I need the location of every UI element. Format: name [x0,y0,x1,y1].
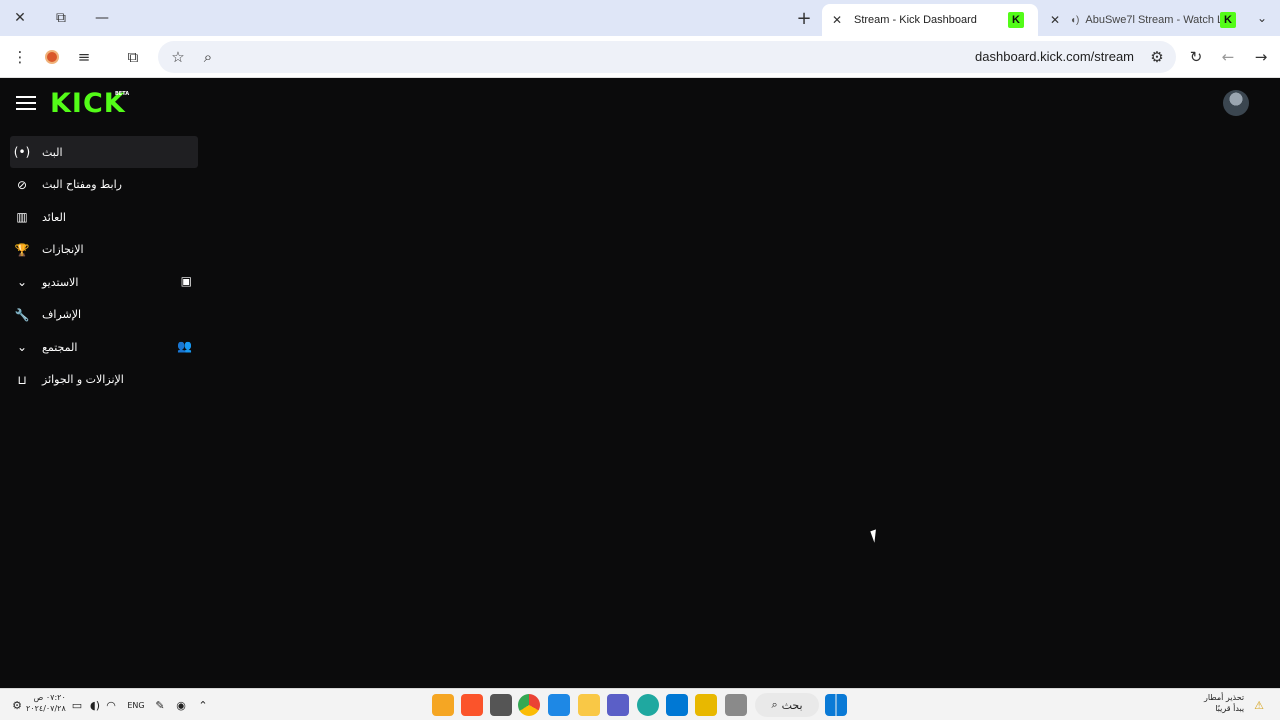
clock-time: ٠٧:٢٠ ص [33,693,66,702]
clock-app-icon[interactable] [490,694,512,716]
outlook-app-icon[interactable] [666,694,688,716]
extension-icon[interactable] [40,45,64,69]
beta-badge: BETA [115,91,130,97]
sidebar-item-revenue[interactable]: ▥ العائد [10,201,198,233]
kick-dashboard-page: KICK BETA (•) البث ⊘ رابط ومفتاح البث ▥ … [0,78,1280,688]
bluestacks-app-icon[interactable] [432,694,454,716]
browser-menu-icon[interactable]: ⋮ [8,45,32,69]
chevron-down-icon[interactable]: ⌄ [10,275,34,289]
search-icon[interactable]: ⌕ [196,45,220,69]
system-clock[interactable]: ٠٧:٢٠ ص ٢٠٢٤/٠٧/٢٨ [26,692,66,714]
volume-icon[interactable]: ◖) [87,693,103,717]
chevron-up-icon[interactable]: ⌃ [196,693,210,717]
help-app-icon[interactable] [548,694,570,716]
minimize-window-icon[interactable]: — [90,6,114,30]
mouse-cursor-icon [870,527,886,543]
weather-line-2: يبدأ قريبًا [1215,704,1245,713]
studio-icon: ▣ [180,274,192,288]
community-icon: 👥 [177,339,192,353]
link-icon: ⊘ [16,177,28,192]
restore-window-icon[interactable]: ⧉ [49,6,73,30]
tab-kick-dashboard[interactable]: ✕ Stream - Kick Dashboard K [822,4,1038,36]
close-tab-icon[interactable]: ✕ [1044,13,1066,27]
sidebar-item-label: رابط ومفتاح البث [42,178,122,191]
store-app-icon[interactable] [695,694,717,716]
windows-start-icon[interactable] [825,694,847,716]
pen-icon[interactable]: ✎ [152,693,168,717]
sidebar-item-label: المجتمع [42,340,78,354]
wrench-icon: 🔧 [14,307,30,322]
weather-warning-icon[interactable]: ⚠ [1250,693,1268,717]
task-view-icon[interactable] [725,694,747,716]
brave-app-icon[interactable] [461,694,483,716]
sidebar-item-label: العائد [42,210,66,224]
search-label: بحث [781,698,803,712]
settings-tray-icon[interactable]: ⚙ [10,693,24,717]
sidebar-item-studio[interactable]: ⌄ الاستديو ▣ [10,266,198,298]
trophy-icon: 🏆 [14,242,30,257]
windows-taskbar: ⚙ ٠٧:٢٠ ص ٢٠٢٤/٠٧/٢٨ ▭ ◖) ◠ ENG ✎ ◉ ⌃ بح… [0,688,1280,720]
chrome-app-icon[interactable] [518,694,540,716]
drops-icon: ⊔ [17,372,27,387]
clock-date: ٢٠٢٤/٠٧/٢٨ [26,704,66,713]
browser-toolbar: ⋮ ≡ ⧉ ☆ ⌕ dashboard.kick.com/stream ⚙ ↻ … [0,36,1280,78]
sidebar-item-stream-url-key[interactable]: ⊘ رابط ومفتاح البث [10,169,198,201]
user-avatar[interactable] [1223,90,1249,116]
broadcast-icon: (•) [13,145,31,159]
tab-abuswe7l-stream[interactable]: ✕ ◖) AbuSwe7l Stream - Watch Live K [1040,4,1250,36]
browser-tab-strip: ✕ ⧉ — + ✕ Stream - Kick Dashboard K ✕ ◖)… [0,0,1280,36]
url-text[interactable]: dashboard.kick.com/stream [975,49,1134,64]
file-explorer-icon[interactable] [578,694,600,716]
dashboard-sidebar: (•) البث ⊘ رابط ومفتاح البث ▥ العائد 🏆 ا… [10,136,198,396]
office-app-icon[interactable] [607,694,629,716]
sidebar-item-label: الإنزالات و الجوائز [42,373,124,386]
close-window-icon[interactable]: ✕ [8,6,32,30]
close-tab-icon[interactable]: ✕ [826,13,848,27]
back-arrow-icon[interactable]: ← [1216,45,1240,69]
kick-favicon-icon: K [1220,12,1236,28]
language-indicator[interactable]: ENG [125,693,147,717]
sidebar-item-moderation[interactable]: 🔧 الإشراف [10,299,198,331]
search-icon: ⌕ [771,698,778,711]
site-settings-icon[interactable]: ⚙ [1145,45,1169,69]
wifi-icon[interactable]: ◠ [104,693,118,717]
edge-app-icon[interactable] [637,694,659,716]
sidebar-item-label: الإنجازات [42,243,84,256]
kick-favicon-icon: K [1008,12,1024,28]
sidebar-item-label: البث [42,145,63,159]
bar-chart-icon: ▥ [16,210,28,224]
onedrive-icon[interactable]: ◉ [174,693,188,717]
speaker-icon[interactable]: ◖) [1070,15,1079,26]
tab-title: AbuSwe7l Stream - Watch Live [1085,14,1220,26]
hamburger-menu-icon[interactable] [16,96,36,112]
tab-search-menu-icon[interactable]: ⌄ [1252,8,1272,28]
sidebar-item-achievements[interactable]: 🏆 الإنجازات [10,234,198,266]
bookmark-star-icon[interactable]: ☆ [166,45,190,69]
weather-line-1: تحذير أمطار [1204,693,1245,702]
address-bar[interactable]: ☆ ⌕ dashboard.kick.com/stream ⚙ [158,41,1176,73]
sidebar-item-community[interactable]: ⌄ المجتمع 👥 [10,331,198,363]
new-tab-button[interactable]: + [792,6,816,30]
taskbar-search-button[interactable]: بحث ⌕ [755,693,819,717]
media-control-icon[interactable]: ≡ [72,45,96,69]
tab-title: Stream - Kick Dashboard [854,14,977,26]
sidebar-item-stream[interactable]: (•) البث [10,136,198,168]
sidebar-item-drops-rewards[interactable]: ⊔ الإنزالات و الجوائز [10,364,198,396]
sidebar-item-label: الإشراف [42,308,82,321]
chevron-down-icon[interactable]: ⌄ [10,340,34,354]
reload-icon[interactable]: ↻ [1184,45,1208,69]
weather-widget[interactable]: تحذير أمطار يبدأ قريبًا [1204,692,1244,714]
forward-arrow-icon[interactable]: → [1249,45,1273,69]
sidebar-item-label: الاستديو [42,275,79,289]
extensions-puzzle-icon[interactable]: ⧉ [121,45,145,69]
battery-icon[interactable]: ▭ [68,693,86,717]
